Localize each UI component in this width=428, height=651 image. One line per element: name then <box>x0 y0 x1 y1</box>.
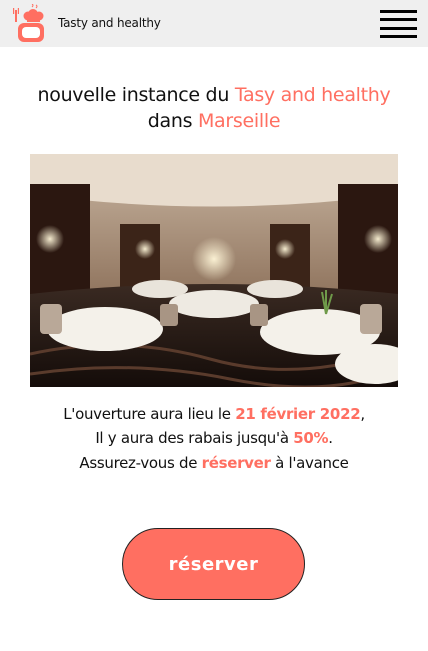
opening-info: L'ouverture aura lieu le 21 février 2022… <box>0 403 428 476</box>
brand-name[interactable]: Tasty and healthy <box>58 16 161 30</box>
menu-line <box>380 10 417 13</box>
opening-line: L'ouverture aura lieu le 21 février 2022… <box>0 403 428 427</box>
opening-suffix: , <box>360 405 365 423</box>
menu-line <box>380 26 417 30</box>
opening-prefix: L'ouverture aura lieu le <box>63 405 236 423</box>
menu-line <box>380 34 417 38</box>
page-title: nouvelle instance du Tasy and healthy da… <box>0 82 428 134</box>
opening-date: 21 février 2022 <box>235 405 361 423</box>
reserve-line: Assurez-vous de réserver à l'avance <box>0 452 428 476</box>
reserve-link[interactable]: réserver <box>202 454 271 472</box>
discount-prefix: Il y aura des rabais jusqu'à <box>95 428 294 447</box>
restaurant-interior-image <box>30 154 398 387</box>
title-brand-accent: Tasy and healthy <box>234 84 391 106</box>
reserve-button[interactable]: réserver <box>122 528 305 600</box>
chef-pot-icon[interactable] <box>12 4 48 44</box>
title-city-prefix: dans <box>147 110 198 132</box>
title-city-accent: Marseille <box>197 110 281 132</box>
reserve-prefix: Assurez-vous de <box>79 454 202 472</box>
discount-line: Il y aura des rabais jusqu'à 50%. <box>0 427 428 451</box>
discount-suffix: . <box>328 428 333 447</box>
hamburger-menu-icon[interactable] <box>380 10 417 38</box>
title-prefix: nouvelle instance du <box>37 84 235 106</box>
menu-line <box>380 18 417 22</box>
restaurant-photo <box>30 154 398 387</box>
top-header: Tasty and healthy <box>0 0 428 47</box>
discount-value: 50% <box>293 428 329 447</box>
reserve-suffix: à l'avance <box>270 454 349 472</box>
